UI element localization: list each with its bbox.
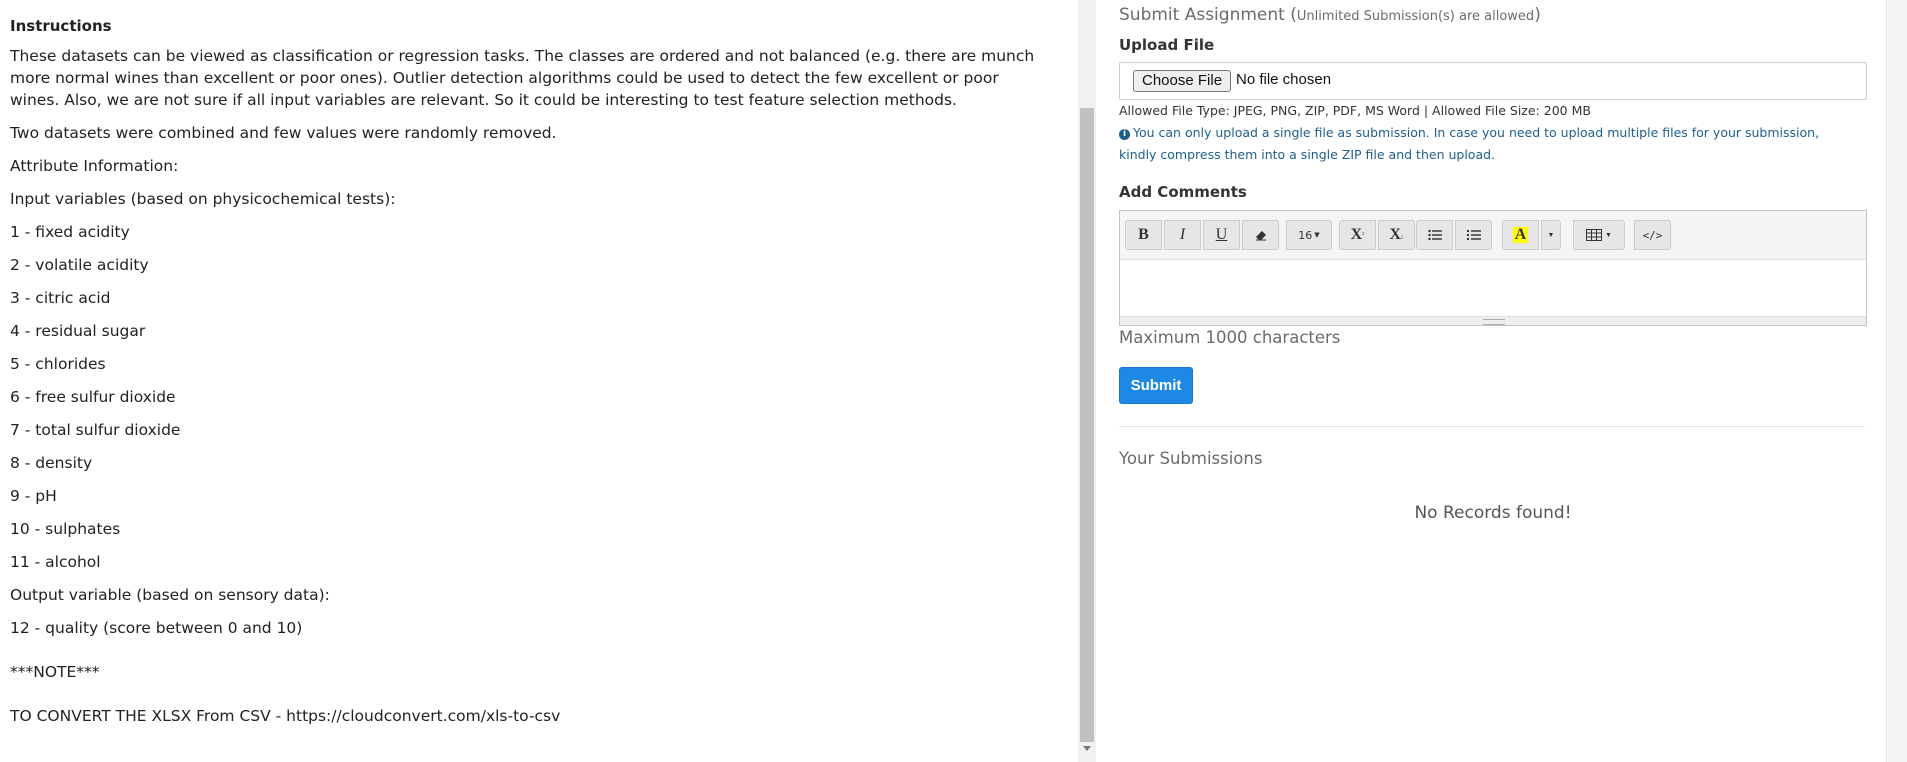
code-button-group: </> xyxy=(1634,220,1671,250)
attribute-item: 11 - alcohol xyxy=(10,553,101,571)
single-file-info: i You can only upload a single file as su… xyxy=(1119,122,1849,166)
right-gutter xyxy=(1886,0,1907,762)
attribute-item: 3 - citric acid xyxy=(10,289,111,307)
submit-button[interactable]: Submit xyxy=(1119,367,1193,404)
instructions-title: Instructions xyxy=(10,17,112,35)
info-icon: i xyxy=(1119,129,1130,140)
submit-title-text: Submit Assignment ( xyxy=(1119,5,1297,25)
text-color-icon[interactable]: A xyxy=(1502,220,1539,250)
instructions-paragraph-2: Two datasets were combined and few value… xyxy=(10,124,557,142)
no-records-message: No Records found! xyxy=(1414,503,1572,523)
instructions-paragraph-1: These datasets can be viewed as classifi… xyxy=(10,47,1035,109)
instructions-pane: Instructions These datasets can be viewe… xyxy=(0,0,1078,762)
scrollbar-thumb[interactable] xyxy=(1080,108,1094,742)
attribute-item: 5 - chlorides xyxy=(10,355,106,373)
font-size-dropdown[interactable]: 16 ▼ xyxy=(1286,220,1332,250)
file-upload-input[interactable]: Choose File No file chosen xyxy=(1119,62,1867,100)
attribute-info-heading: Attribute Information: xyxy=(10,157,179,175)
font-size-group: 16 ▼ xyxy=(1286,220,1332,250)
unordered-list-icon[interactable] xyxy=(1416,220,1453,250)
superscript-icon[interactable]: X² xyxy=(1339,220,1376,250)
style-button-group: B I U xyxy=(1125,220,1279,250)
attribute-item: 1 - fixed acidity xyxy=(10,223,130,241)
your-submissions-heading: Your Submissions xyxy=(1119,449,1263,468)
scroll-down-arrow-icon[interactable] xyxy=(1083,746,1091,751)
output-variable-heading: Output variable (based on sensory data): xyxy=(10,586,330,604)
chevron-down-icon: ▼ xyxy=(1314,231,1320,239)
eraser-icon[interactable] xyxy=(1242,220,1279,250)
comments-textarea[interactable] xyxy=(1120,260,1866,317)
max-characters-text: Maximum 1000 characters xyxy=(1119,328,1341,347)
attribute-item: 9 - pH xyxy=(10,487,57,505)
resize-grip-icon xyxy=(1483,319,1505,325)
script-button-group: X² X₂ xyxy=(1339,220,1415,250)
note-heading: ***NOTE*** xyxy=(10,663,100,681)
instructions-scrollbar[interactable] xyxy=(1078,0,1096,762)
attribute-item: 10 - sulphates xyxy=(10,520,121,538)
editor-resize-handle[interactable] xyxy=(1120,316,1866,325)
table-button-group: ▼ xyxy=(1573,220,1625,250)
attribute-item: 6 - free sulfur dioxide xyxy=(10,388,176,406)
single-file-info-text: You can only upload a single file as sub… xyxy=(1119,125,1820,162)
submit-assignment-title: Submit Assignment (Unlimited Submission(… xyxy=(1119,5,1541,25)
submit-title-subtitle: Unlimited Submission(s) are allowed xyxy=(1296,9,1535,24)
bold-icon[interactable]: B xyxy=(1125,220,1162,250)
submit-title-close: ) xyxy=(1534,5,1541,25)
color-dropdown-chevron-icon[interactable]: ▼ xyxy=(1541,220,1561,250)
output-attribute-item: 12 - quality (score between 0 and 10) xyxy=(10,619,303,637)
attribute-item: 8 - density xyxy=(10,454,93,472)
subscript-icon[interactable]: X₂ xyxy=(1378,220,1415,250)
ordered-list-icon[interactable] xyxy=(1455,220,1492,250)
convert-instruction: TO CONVERT THE XLSX From CSV - https://c… xyxy=(10,707,561,725)
code-view-icon[interactable]: </> xyxy=(1634,220,1671,250)
underline-icon[interactable]: U xyxy=(1203,220,1240,250)
submission-pane: Submit Assignment (Unlimited Submission(… xyxy=(1096,0,1886,762)
choose-file-button[interactable]: Choose File xyxy=(1133,70,1232,92)
comments-editor: B I U 16 ▼ X² X₂ A ▼ ▼ </> xyxy=(1119,210,1867,326)
table-icon[interactable]: ▼ xyxy=(1573,220,1625,250)
editor-toolbar: B I U 16 ▼ X² X₂ A ▼ ▼ </> xyxy=(1120,211,1866,260)
italic-icon[interactable]: I xyxy=(1164,220,1201,250)
upload-file-label: Upload File xyxy=(1119,36,1215,54)
color-button-group: A ▼ xyxy=(1502,220,1561,250)
font-size-value: 16 xyxy=(1298,228,1313,242)
attribute-item: 2 - volatile acidity xyxy=(10,256,149,274)
list-button-group xyxy=(1416,220,1492,250)
allowed-file-info: Allowed File Type: JPEG, PNG, ZIP, PDF, … xyxy=(1119,103,1591,118)
attribute-item: 7 - total sulfur dioxide xyxy=(10,421,181,439)
no-file-chosen-text: No file chosen xyxy=(1236,71,1332,88)
section-divider xyxy=(1119,426,1865,427)
input-variables-heading: Input variables (based on physicochemica… xyxy=(10,190,396,208)
attribute-item: 4 - residual sugar xyxy=(10,322,146,340)
add-comments-label: Add Comments xyxy=(1119,183,1247,201)
